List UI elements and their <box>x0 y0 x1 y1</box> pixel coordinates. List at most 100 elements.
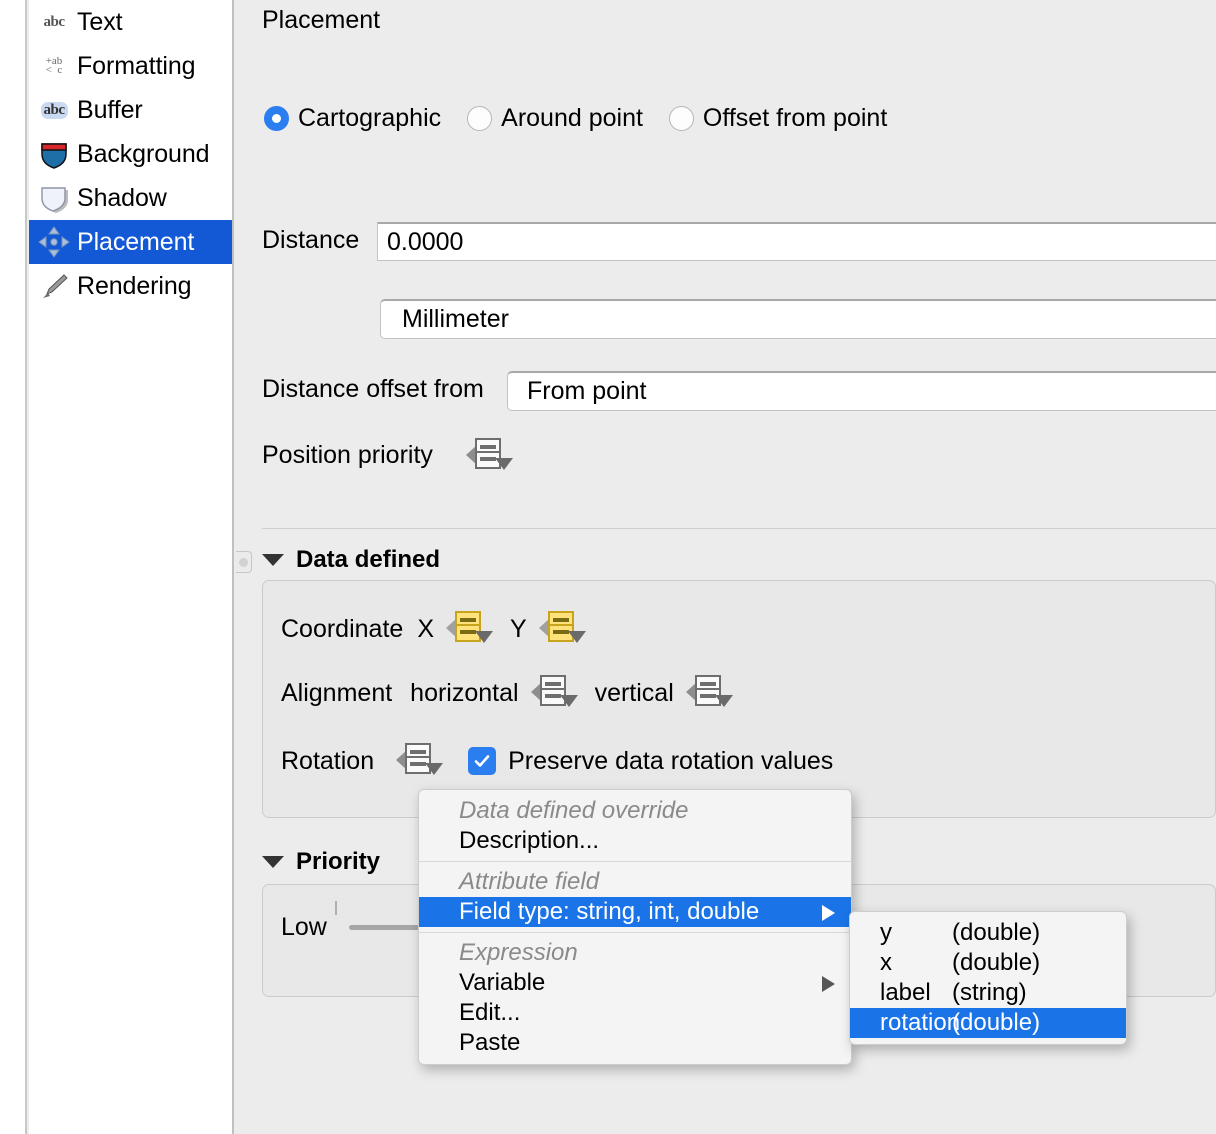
field-name: x <box>880 949 892 976</box>
document-midline-icon <box>547 624 574 626</box>
submenu-arrow-icon <box>822 976 835 992</box>
menu-item-paste[interactable]: Paste <box>419 1028 851 1058</box>
position-priority-label: Position priority <box>262 441 433 469</box>
coordinate-label: Coordinate <box>281 614 404 643</box>
document-midline-icon <box>475 451 501 453</box>
section-title: Data defined <box>296 546 441 573</box>
sidebar-item-placement[interactable]: Placement <box>29 220 232 264</box>
sidebar-item-label: Shadow <box>77 183 167 212</box>
sidebar-item-buffer[interactable]: abc Buffer <box>29 88 232 132</box>
menu-item-label: Field type: string, int, double <box>459 898 760 925</box>
field-type: (double) <box>952 949 1041 976</box>
section-title: Priority <box>296 848 381 875</box>
submenu-arrow-icon <box>822 905 835 921</box>
page-title: Placement <box>262 6 381 34</box>
document-midline-icon <box>405 756 432 758</box>
sidebar-item-label: Buffer <box>77 95 143 124</box>
qgis-label-settings-window: abc Text +ab < c Formatting abc Buffer B… <box>0 0 1216 1134</box>
distance-units-select[interactable]: Millimeter <box>380 299 1216 339</box>
radio-label: Cartographic <box>298 104 442 132</box>
menu-divider <box>419 932 851 933</box>
alignment-horizontal-label: horizontal <box>410 678 519 707</box>
data-defined-section-header[interactable]: Data defined <box>262 546 440 574</box>
shadow-icon <box>31 176 77 220</box>
chevron-down-icon <box>495 458 513 470</box>
sidebar-item-formatting[interactable]: +ab < c Formatting <box>29 44 232 88</box>
sidebar-item-label: Rendering <box>77 271 192 300</box>
alignment-vertical-label: vertical <box>594 678 674 707</box>
radio-dot-icon <box>264 106 289 131</box>
priority-low-label: Low <box>281 913 327 941</box>
check-icon <box>474 755 490 767</box>
sidebar-item-rendering[interactable]: Rendering <box>29 264 232 308</box>
radio-cartographic[interactable]: Cartographic <box>264 104 441 133</box>
sidebar-item-shadow[interactable]: Shadow <box>29 176 232 220</box>
submenu-item-label[interactable]: label (string) <box>850 978 1126 1008</box>
placement-mode-radio-group: Cartographic Around point Offset from po… <box>264 104 913 133</box>
formatting-icon: +ab < c <box>45 55 63 76</box>
radio-label: Offset from point <box>702 104 888 132</box>
menu-item-label: Variable <box>459 969 546 996</box>
rotation-label: Rotation <box>281 746 375 775</box>
background-icon <box>31 132 77 176</box>
document-midline-icon <box>539 688 566 690</box>
data-defined-override-context-menu: Data defined override Description... Att… <box>418 789 852 1065</box>
chevron-down-icon <box>262 554 284 566</box>
chevron-down-icon <box>559 695 578 707</box>
sidebar-item-background[interactable]: Background <box>29 132 232 176</box>
chevron-down-icon <box>714 695 733 707</box>
position-priority-data-defined-button[interactable] <box>466 436 513 481</box>
chevron-down-icon <box>425 763 444 775</box>
rotation-data-defined-button[interactable] <box>396 741 444 781</box>
rotation-row: Rotation Preserve data rotation values <box>281 741 833 781</box>
field-name: y <box>880 919 892 946</box>
sidebar-item-label: Background <box>77 139 210 168</box>
section-divider <box>262 528 1216 529</box>
field-type: (double) <box>952 1009 1041 1036</box>
alignment-horizontal-data-defined-button[interactable] <box>530 673 578 713</box>
priority-section-header[interactable]: Priority <box>262 848 380 876</box>
sidebar-item-label: Placement <box>77 227 195 256</box>
submenu-item-y[interactable]: y (double) <box>850 918 1126 948</box>
coordinate-row: Coordinate X Y <box>281 609 586 649</box>
field-type: (string) <box>952 979 1027 1006</box>
attribute-field-submenu: y (double) x (double) label (string) rot… <box>849 911 1127 1045</box>
radio-around-point[interactable]: Around point <box>467 104 643 133</box>
sidebar-item-label: Text <box>77 7 123 36</box>
radio-offset-from-point[interactable]: Offset from point <box>668 104 888 133</box>
panel-resize-grip[interactable] <box>236 551 252 573</box>
coordinate-x-data-defined-button[interactable] <box>446 609 493 649</box>
alignment-vertical-data-defined-button[interactable] <box>685 673 733 713</box>
menu-item-field-type[interactable]: Field type: string, int, double <box>419 897 851 927</box>
distance-input[interactable]: 0.0000 <box>377 222 1216 261</box>
alignment-label: Alignment <box>281 678 393 707</box>
settings-sidebar: abc Text +ab < c Formatting abc Buffer B… <box>29 0 234 1134</box>
chevron-down-icon <box>262 856 284 868</box>
window-left-edge-strip <box>0 0 27 1134</box>
radio-label: Around point <box>501 104 643 132</box>
distance-offset-from-label: Distance offset from <box>262 375 484 403</box>
rendering-brush-icon <box>31 264 77 308</box>
submenu-item-x[interactable]: x (double) <box>850 948 1126 978</box>
sidebar-item-text[interactable]: abc Text <box>29 0 232 44</box>
distance-label: Distance <box>262 226 360 254</box>
chevron-down-icon <box>475 631 493 643</box>
document-midline-icon <box>455 624 481 626</box>
data-defined-groupbox: Coordinate X Y Alignment horizontal vert… <box>262 580 1216 818</box>
radio-dot-icon <box>668 106 694 131</box>
slider-tick-mark <box>335 901 337 915</box>
abc-text-icon: abc <box>43 13 66 30</box>
abc-buffer-icon: abc <box>31 88 77 132</box>
menu-item-edit[interactable]: Edit... <box>419 998 851 1028</box>
field-name: label <box>880 979 931 1006</box>
preserve-data-rotation-label: Preserve data rotation values <box>508 746 834 775</box>
menu-item-variable[interactable]: Variable <box>419 968 851 998</box>
submenu-item-rotation[interactable]: rotation (double) <box>850 1008 1126 1038</box>
field-type: (double) <box>952 919 1041 946</box>
distance-offset-from-select[interactable]: From point <box>507 371 1216 411</box>
sidebar-item-label: Formatting <box>77 51 196 80</box>
coordinate-y-data-defined-button[interactable] <box>538 609 586 649</box>
preserve-data-rotation-checkbox[interactable] <box>468 747 497 775</box>
menu-item-description[interactable]: Description... <box>419 826 851 856</box>
radio-dot-icon <box>467 106 493 131</box>
